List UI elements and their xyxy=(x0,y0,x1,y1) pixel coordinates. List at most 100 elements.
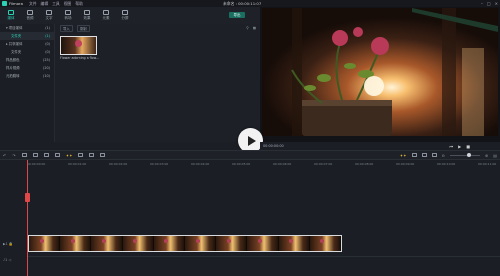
zoom-out-icon[interactable]: ⊖ xyxy=(442,153,445,158)
speed-icon[interactable] xyxy=(54,153,60,157)
color-icon[interactable] xyxy=(78,153,84,157)
elements-icon xyxy=(103,10,109,15)
filter-icon[interactable]: ⚲ xyxy=(246,26,248,30)
ruler-tick: 00:00:10:00 xyxy=(437,162,456,166)
mute-icon[interactable]: ◁ xyxy=(8,258,11,262)
sidebar-item-project-media[interactable]: ▾ 项目媒体 (1) xyxy=(0,24,54,32)
app-name: Filmora xyxy=(9,1,23,6)
sidebar-item-shared-folder[interactable]: 文件夹 (0) xyxy=(0,48,54,56)
grid-view-icon[interactable]: ▦ xyxy=(253,26,256,30)
record-dropdown[interactable]: 录制 xyxy=(76,24,90,32)
undo-icon[interactable]: ↶ xyxy=(3,153,6,158)
ruler-tick: 00:00:06:00 xyxy=(273,162,292,166)
timeline-tracks: ▶1 🔒 ♪1 ◁ xyxy=(0,168,500,276)
tab-elements[interactable]: 元素 xyxy=(98,7,114,24)
audio-icon xyxy=(27,10,33,15)
video-clip[interactable] xyxy=(28,235,342,252)
settings-icon[interactable] xyxy=(100,153,106,157)
play-pause-button[interactable]: ▶ xyxy=(458,144,461,149)
delete-icon[interactable] xyxy=(21,153,27,157)
clip-frame xyxy=(153,236,186,251)
tab-media[interactable]: 媒体 xyxy=(3,7,19,24)
export-button[interactable]: 导出 xyxy=(229,12,245,18)
close-icon[interactable]: × xyxy=(495,1,498,6)
ruler-tick: 00:00:07:00 xyxy=(314,162,333,166)
menu-view[interactable]: 视图 xyxy=(64,1,72,7)
clip-frame xyxy=(122,236,154,251)
flower-image xyxy=(75,40,82,47)
clip-frame xyxy=(309,236,341,251)
prev-frame-button[interactable]: ⏮ xyxy=(450,144,454,149)
stop-button[interactable]: ■ xyxy=(466,144,470,149)
clip-frame xyxy=(29,236,61,251)
ruler-tick: 00:00:04:00 xyxy=(191,162,210,166)
sidebar-item-folder[interactable]: 文件夹 (1) xyxy=(0,32,54,40)
ruler-tick: 00:00:09:00 xyxy=(396,162,415,166)
audio-edit-icon[interactable] xyxy=(89,153,95,157)
playhead-handle[interactable] xyxy=(25,193,30,202)
ai-tools-icon[interactable]: ✦✦ xyxy=(66,153,73,158)
lock-icon[interactable]: 🔒 xyxy=(9,242,13,246)
timeline-ruler[interactable]: 00:00:00:00 00:00:01:00 00:00:02:00 00:0… xyxy=(27,160,500,168)
sidebar-item-shared-media[interactable]: ▸ 共享媒体 (0) xyxy=(0,40,54,48)
clip-frame xyxy=(278,236,310,251)
text-icon xyxy=(46,10,52,15)
snapshot-icon[interactable] xyxy=(431,153,437,157)
menu-edit[interactable]: 编辑 xyxy=(41,1,49,7)
preview-controls: 00:00:00:00 ⏮ ▶ ■ xyxy=(260,142,500,150)
maximize-icon[interactable]: □ xyxy=(487,1,491,6)
ruler-tick: 00:00:05:00 xyxy=(232,162,251,166)
import-dropdown[interactable]: 导入 xyxy=(60,24,73,32)
fit-icon[interactable]: ▤ xyxy=(493,153,497,158)
media-clip-thumbnail[interactable] xyxy=(60,36,97,55)
clip-frame xyxy=(185,236,217,251)
title-bar: Filmora 文件 编辑 工具 视图 帮助 未命名 : 00:00:11:07… xyxy=(0,0,500,7)
filmora-editor: Filmora 文件 编辑 工具 视图 帮助 未命名 : 00:00:11:07… xyxy=(0,0,500,276)
media-panel: 导入 录制 ⚲ ▦ Flower adorning a flow... xyxy=(55,24,260,142)
preview-video xyxy=(262,8,498,136)
project-title: 未命名 : 00:00:11:07 xyxy=(223,1,262,6)
menu-bar: 文件 编辑 工具 视图 帮助 xyxy=(29,1,83,7)
cut-icon[interactable] xyxy=(32,153,38,157)
ruler-tick: 00:00:03:00 xyxy=(150,162,169,166)
menu-help[interactable]: 帮助 xyxy=(75,1,83,7)
tool-tabs: 媒体 音频 文字 转场 效果 元素 分屏 xyxy=(0,7,260,24)
menu-tools[interactable]: 工具 xyxy=(52,1,60,7)
ruler-tick: 00:00:08:00 xyxy=(355,162,374,166)
redo-icon[interactable]: ↷ xyxy=(12,153,15,158)
transition-icon xyxy=(65,10,71,15)
tab-split-screen[interactable]: 分屏 xyxy=(117,7,133,24)
tab-text[interactable]: 文字 xyxy=(41,7,57,24)
window-controls: – □ × xyxy=(481,1,498,6)
media-clip-label: Flower adorning a flow... xyxy=(60,56,99,60)
zoom-knob[interactable] xyxy=(466,153,471,157)
clip-frame xyxy=(91,236,123,251)
video-track-header: ▶1 🔒 xyxy=(3,242,14,246)
preview-timecode: 00:00:00:00 xyxy=(263,144,284,148)
ruler-tick: 00:00:11:00 xyxy=(478,162,497,166)
zoom-slider[interactable] xyxy=(449,153,480,157)
crop-icon[interactable] xyxy=(43,153,49,157)
mic-icon[interactable] xyxy=(421,153,427,157)
tab-audio[interactable]: 音频 xyxy=(22,7,38,24)
timeline-toolbar: ↶ ↷ ✦✦ ✦✦ ⊖ ⊕ ▤ xyxy=(0,150,500,160)
playhead[interactable] xyxy=(27,160,28,276)
app-logo-icon xyxy=(2,1,7,6)
zoom-in-icon[interactable]: ⊕ xyxy=(485,153,488,158)
audio-track-header: ♪1 ◁ xyxy=(3,258,12,262)
effects-icon xyxy=(84,10,90,15)
preview-panel xyxy=(260,7,500,142)
sidebar-item-countdown[interactable]: 元拍跳转 (10) xyxy=(0,72,54,80)
tab-transitions[interactable]: 转场 xyxy=(60,7,76,24)
media-toolbar: 导入 录制 ⚲ ▦ xyxy=(55,24,260,32)
marker-icon[interactable] xyxy=(411,153,417,157)
flower-scene-image xyxy=(262,8,498,136)
menu-file[interactable]: 文件 xyxy=(29,1,37,7)
ruler-tick: 00:00:01:00 xyxy=(68,162,87,166)
minimize-icon[interactable]: – xyxy=(481,1,483,6)
media-library-sidebar: ▾ 项目媒体 (1) 文件夹 (1) ▸ 共享媒体 (0) 文件夹 (0) 样品颜色 (2… xyxy=(0,24,55,142)
render-icon[interactable]: ✦✦ xyxy=(400,153,407,158)
sidebar-item-sample-video[interactable]: 样片视频 (20) xyxy=(0,64,54,72)
sidebar-item-sample-colors[interactable]: 样品颜色 (25) xyxy=(0,56,54,64)
tab-effects[interactable]: 效果 xyxy=(79,7,95,24)
